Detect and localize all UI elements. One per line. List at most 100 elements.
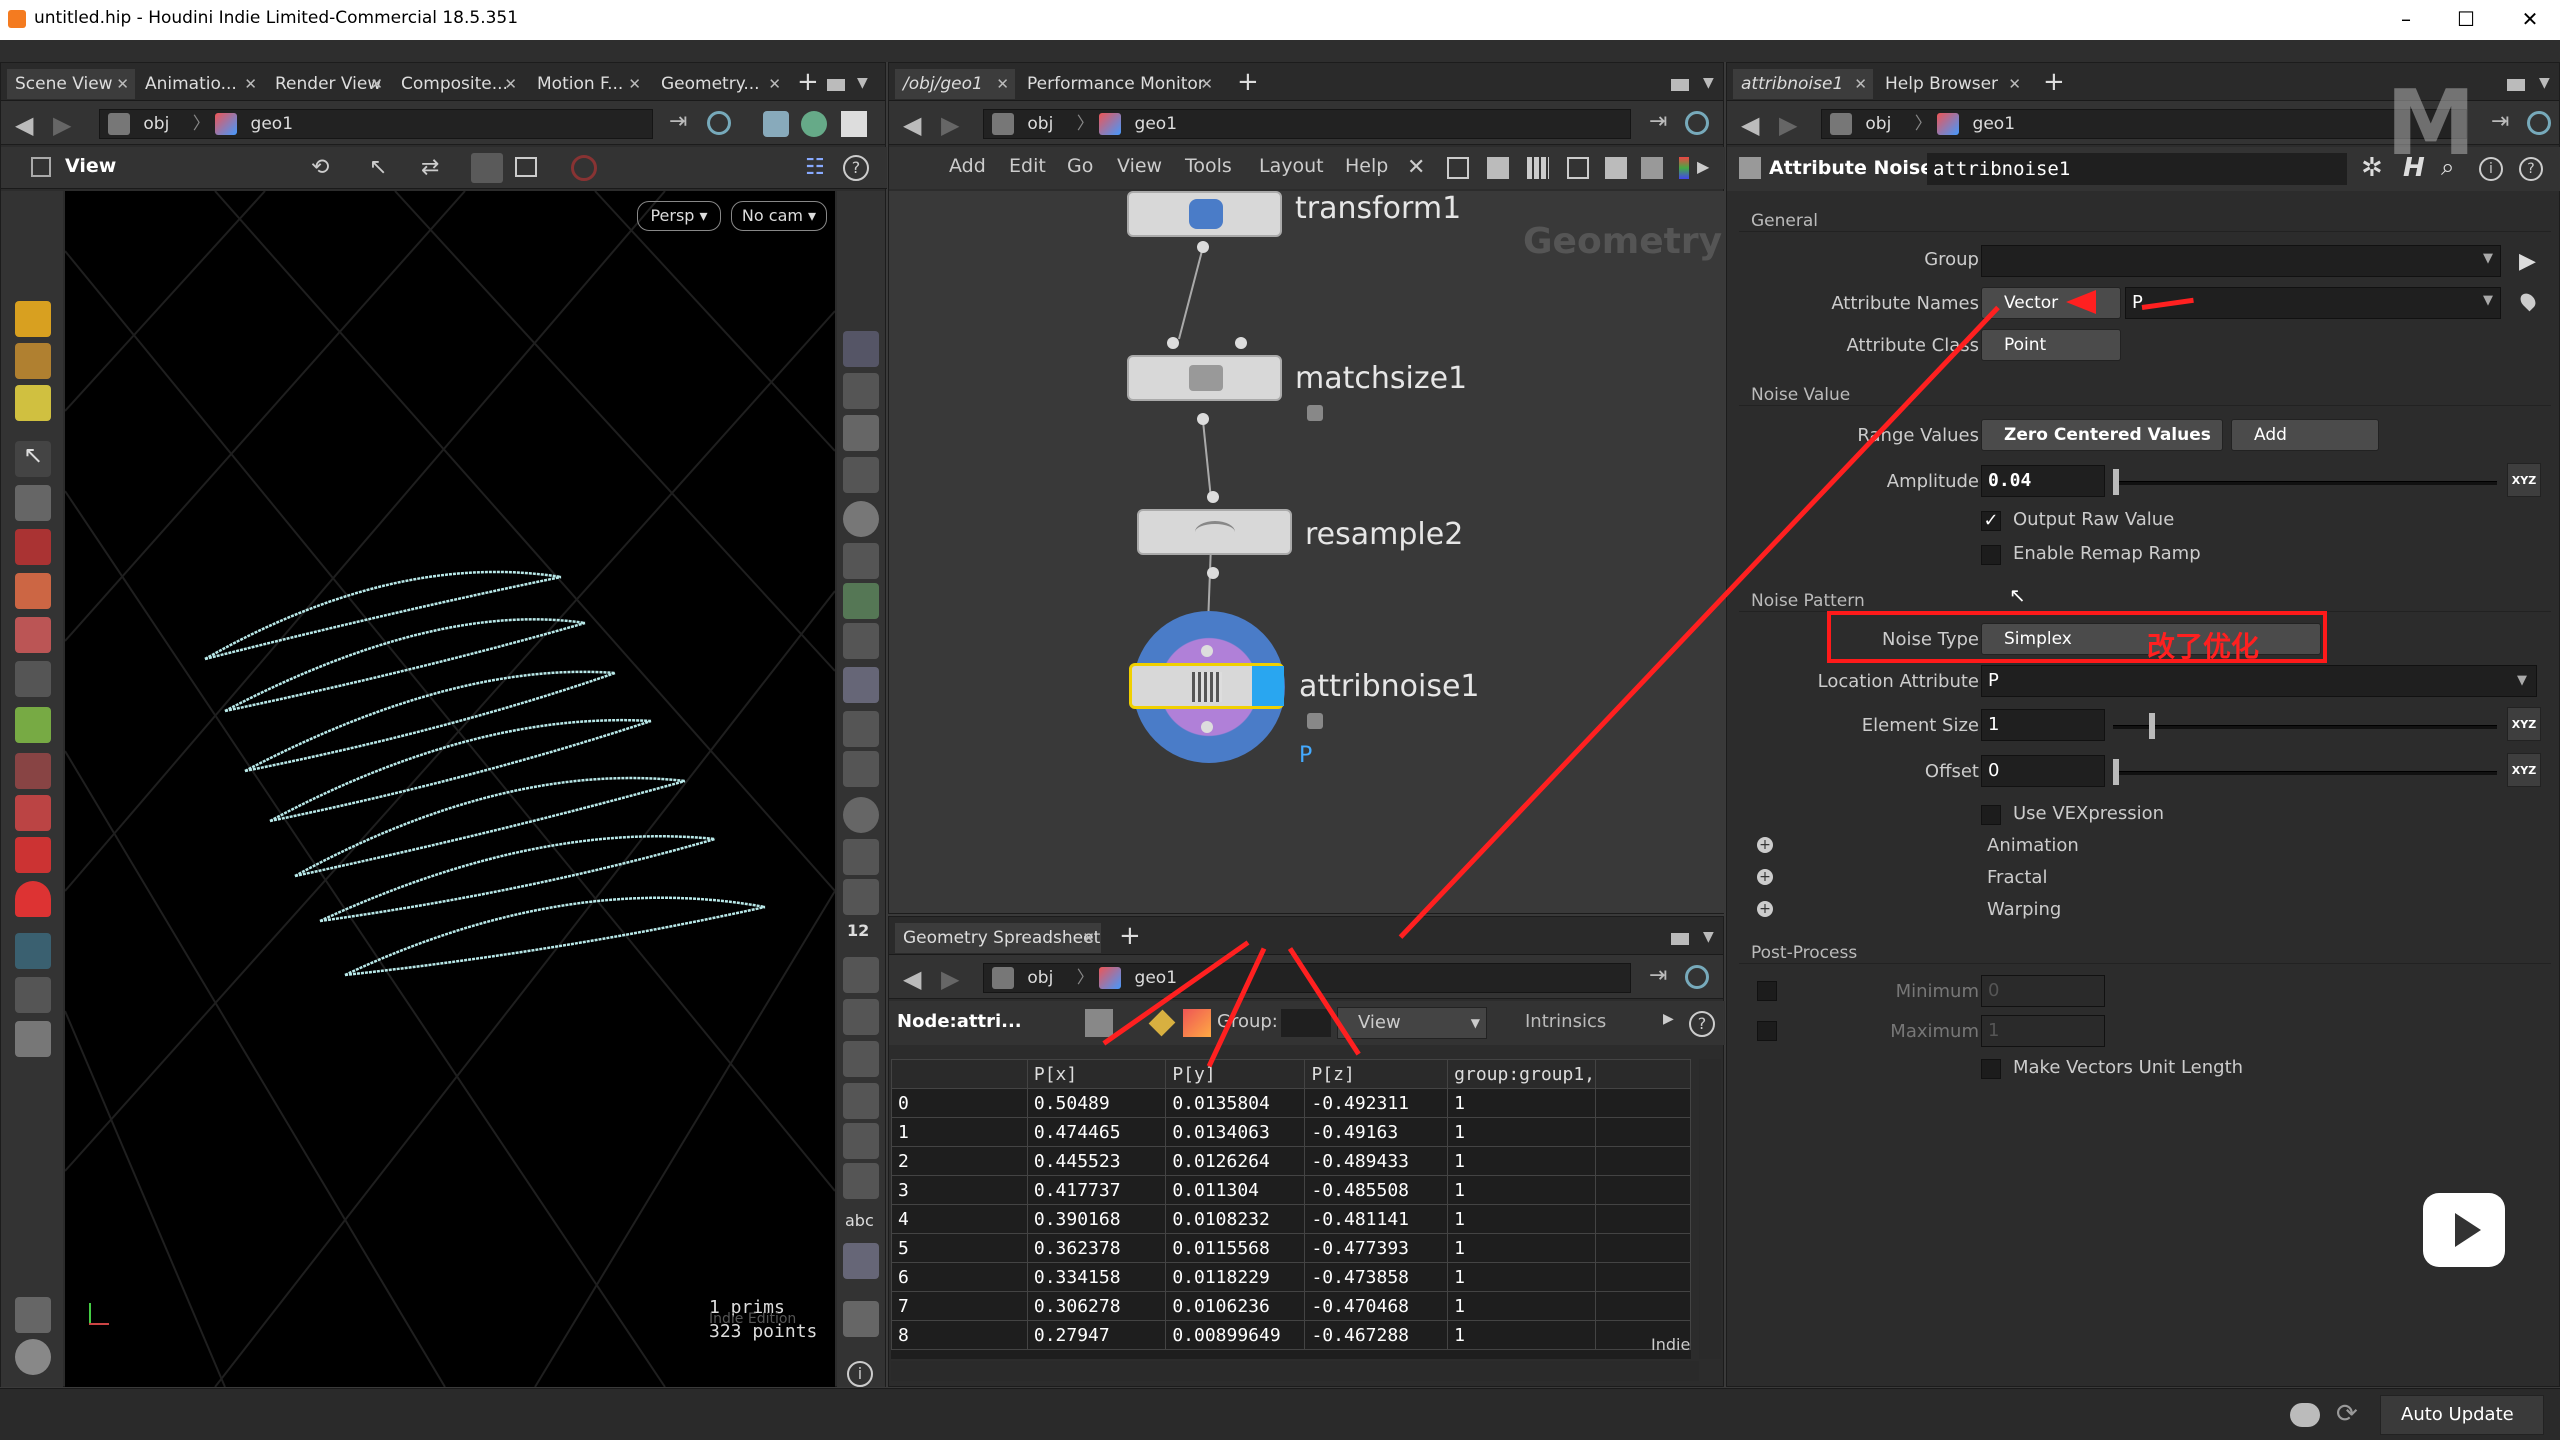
pane-layout-icon[interactable]	[1671, 79, 1689, 91]
intrinsics-label[interactable]: Intrinsics	[1525, 1011, 1606, 1032]
snap-point-icon[interactable]	[15, 837, 51, 873]
pane-menu-chevron-icon[interactable]: ▼	[1703, 929, 1714, 945]
amplitude-input[interactable]: 0.04	[1981, 465, 2105, 497]
vertices-mode-icon[interactable]	[1148, 1009, 1176, 1037]
amplitude-xyz-button[interactable]: XYZ	[2507, 463, 2541, 497]
location-attribute-input[interactable]: P	[1981, 665, 2537, 697]
input-connector[interactable]	[1235, 337, 1247, 349]
group-input[interactable]	[1281, 1009, 1331, 1037]
pin-icon[interactable]: ⇥	[1649, 963, 1667, 988]
light-tool-icon[interactable]	[15, 977, 51, 1013]
section-post-process[interactable]: Post-Process	[1751, 943, 1857, 963]
lock-icon[interactable]	[1307, 713, 1323, 729]
menu-add[interactable]: Add	[949, 155, 986, 177]
node-label-transform1[interactable]: transform1	[1295, 191, 1461, 226]
maximum-input[interactable]: 1	[1981, 1015, 2105, 1047]
location-dropdown-chevron-icon[interactable]: ▼	[2517, 673, 2527, 688]
offset-slider-handle[interactable]	[2113, 759, 2119, 785]
amplitude-slider[interactable]	[2113, 481, 2497, 485]
tools-icon[interactable]: ✕	[1407, 155, 1425, 180]
add-tab-icon[interactable]: +	[1119, 921, 1141, 951]
offset-slider[interactable]	[2113, 771, 2497, 775]
path-breadcrumb[interactable]: obj 〉 geo1	[99, 109, 653, 139]
isolate-icon[interactable]	[843, 457, 879, 493]
range-values-dropdown[interactable]: Zero Centered Values	[1981, 419, 2223, 451]
table-row[interactable]: 5 0.362378 0.0115568 -0.477393 1	[891, 1233, 1691, 1263]
forward-arrow-icon[interactable]: ▶	[941, 965, 959, 993]
element-size-xyz-button[interactable]: XYZ	[2507, 707, 2541, 741]
display-options-icon[interactable]	[763, 111, 789, 137]
section-noise-pattern[interactable]: Noise Pattern	[1751, 591, 1865, 611]
path-root[interactable]: obj	[1027, 968, 1053, 988]
tab-geometry-spreadsheet[interactable]: Geometry Spreadsheet ✕	[895, 923, 1101, 953]
view-mode-icon[interactable]	[515, 157, 537, 177]
path-root[interactable]: obj	[1027, 114, 1053, 134]
lock-icon[interactable]	[1307, 405, 1323, 421]
tab-animation[interactable]: Animatio... ✕	[137, 69, 263, 99]
scale-tool-icon[interactable]	[15, 617, 51, 653]
text-display-icon[interactable]: abc	[845, 1211, 874, 1230]
path-breadcrumb[interactable]: obj 〉 geo1	[1821, 109, 2467, 139]
display-icon[interactable]	[843, 331, 879, 367]
list-view-icon[interactable]	[1487, 157, 1509, 179]
record-icon[interactable]	[571, 155, 597, 181]
add-tab-icon[interactable]: +	[2043, 67, 2065, 97]
output-connector[interactable]	[1197, 413, 1209, 425]
pane-layout-icon[interactable]	[1671, 933, 1689, 945]
pane-layout-icon[interactable]	[827, 79, 845, 91]
element-size-input[interactable]: 1	[1981, 709, 2105, 741]
horizontal-scrollbar[interactable]	[891, 1361, 1699, 1381]
lock-icon[interactable]	[15, 485, 51, 521]
column-header[interactable]: P[y]	[1165, 1059, 1306, 1089]
ghost-toggle-button[interactable]	[471, 153, 503, 183]
pose-tool-icon[interactable]	[15, 343, 51, 379]
back-arrow-icon[interactable]: ◀	[1741, 111, 1759, 139]
handle-tool-icon[interactable]	[15, 301, 51, 337]
table-row[interactable]: 6 0.334158 0.0118229 -0.473858 1	[891, 1262, 1691, 1292]
output-connector[interactable]	[1207, 567, 1219, 579]
node-label-matchsize1[interactable]: matchsize1	[1295, 361, 1467, 396]
pane-menu-chevron-icon[interactable]: ▼	[2539, 75, 2550, 91]
auto-update-dropdown[interactable]: Auto Update	[2380, 1395, 2544, 1435]
grid-view-icon[interactable]	[1527, 157, 1549, 179]
tree-view-icon[interactable]	[1447, 157, 1469, 179]
input-connector[interactable]	[1207, 491, 1219, 503]
gear-icon[interactable]: ✲	[2361, 153, 2383, 183]
menu-view[interactable]: View	[1117, 155, 1162, 177]
link-icon[interactable]	[1685, 111, 1709, 135]
close-icon[interactable]: ✕	[628, 69, 641, 99]
attribute-class-dropdown[interactable]: Point	[1981, 329, 2121, 361]
brush-tool-icon[interactable]	[15, 385, 51, 421]
shading-icon[interactable]	[801, 111, 827, 137]
node-attribnoise1[interactable]	[1129, 663, 1284, 709]
unit-length-checkbox[interactable]	[1981, 1059, 2001, 1079]
expand-animation-icon[interactable]: +	[1757, 837, 1773, 853]
element-size-slider[interactable]	[2113, 725, 2497, 729]
point-markers-icon[interactable]	[843, 797, 879, 833]
section-general[interactable]: General	[1751, 211, 1818, 231]
snap-prim-icon[interactable]	[15, 795, 51, 831]
table-row[interactable]: 1 0.474465 0.0134063 -0.49163 1	[891, 1117, 1691, 1147]
box-display-icon[interactable]	[843, 1163, 879, 1199]
snap-tool-icon[interactable]: ⇄	[421, 155, 439, 180]
column-header[interactable]	[891, 1059, 1028, 1089]
info-icon[interactable]: i	[847, 1361, 873, 1387]
menu-edit[interactable]: Edit	[1009, 155, 1046, 177]
info-icon[interactable]: i	[2479, 157, 2503, 181]
column-header[interactable]: group:group1,	[1447, 1059, 1597, 1089]
group-input[interactable]	[1981, 245, 2501, 277]
primitives-mode-icon[interactable]	[1183, 1009, 1211, 1037]
enable-remap-checkbox[interactable]	[1981, 545, 2001, 565]
pin-icon[interactable]: ⇥	[669, 109, 687, 134]
help-icon[interactable]: ?	[843, 155, 869, 181]
close-icon[interactable]: ✕	[768, 69, 781, 99]
camera-tool-icon[interactable]	[15, 933, 51, 969]
element-size-slider-handle[interactable]	[2149, 713, 2155, 739]
link-icon[interactable]	[1685, 965, 1709, 989]
pane-layout-icon[interactable]	[2507, 79, 2525, 91]
sticky-note-icon[interactable]	[1605, 157, 1627, 179]
group-dropdown-chevron-icon[interactable]: ▼	[2483, 251, 2493, 266]
vertical-scrollbar[interactable]	[1699, 1059, 1721, 1359]
edge-icon[interactable]	[843, 839, 879, 875]
table-row[interactable]: 2 0.445523 0.0126264 -0.489433 1	[891, 1146, 1691, 1176]
